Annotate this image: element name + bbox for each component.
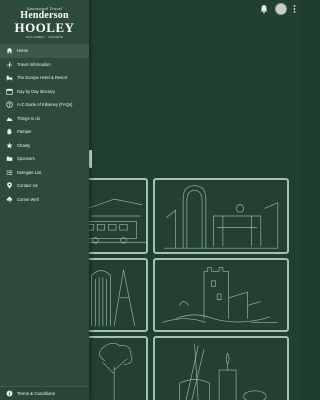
home-icon: [6, 47, 13, 54]
station-illustration: [164, 185, 279, 249]
grid-tile-castle[interactable]: [153, 258, 289, 332]
sidebar-item-hand[interactable]: Pamper: [0, 125, 89, 139]
list-icon: [6, 170, 13, 175]
more-vertical-icon[interactable]: [293, 4, 296, 14]
candle-illustration: [179, 343, 267, 400]
brand-name-line2: HOOLEY: [14, 19, 75, 35]
grid-tile-gate[interactable]: [84, 258, 148, 332]
hand-icon: [7, 128, 13, 135]
brand-logo[interactable]: Sponsored Travel Henderson HOOLEY KILLAR…: [0, 0, 89, 42]
sidebar-item-plane[interactable]: Travel Information: [0, 58, 89, 72]
sidebar-item-location-pin[interactable]: Contact Us: [0, 179, 89, 193]
sidebar-item-mountain[interactable]: Things to do: [0, 112, 89, 126]
tree-illustration: [99, 342, 133, 400]
mountain-icon: [6, 116, 13, 121]
notification-bell-icon[interactable]: [259, 4, 269, 14]
sidebar-item-label: Charity: [17, 142, 31, 148]
sidebar-item-list[interactable]: Delegate List: [0, 166, 89, 180]
gate-illustration: [91, 269, 136, 327]
sidebar-item-label: Travel Information: [17, 61, 51, 67]
location-pin-icon: [7, 182, 12, 189]
train-illustration: [86, 198, 146, 244]
scroll-indicator[interactable]: [89, 150, 92, 168]
sidebar-item-label: Delegate List: [17, 169, 42, 175]
grid-tile-station[interactable]: [153, 178, 289, 254]
question-icon: [6, 101, 13, 108]
navigation-drawer: Sponsored Travel Henderson HOOLEY KILLAR…: [0, 0, 89, 400]
plane-icon: [6, 61, 13, 68]
drawer-menu: Home Travel Information The Europe Hotel &…: [0, 42, 89, 206]
sidebar-item-calendar[interactable]: Day by Day Itinerary: [0, 85, 89, 99]
folder-icon: [6, 156, 13, 162]
castle-illustration: [162, 267, 278, 323]
info-icon: [6, 390, 13, 397]
sidebar-item-label: Things to do: [17, 115, 41, 121]
calendar-icon: [6, 88, 13, 95]
footer-label: Terms & Conditions: [17, 391, 56, 396]
sidebar-item-home[interactable]: Home: [0, 44, 89, 58]
sidebar-item-question[interactable]: A-Z Guide of Killarney (FAQs): [0, 98, 89, 112]
grid-tile-candle[interactable]: [153, 336, 289, 400]
sidebar-item-label: A-Z Guide of Killarney (FAQs): [17, 102, 73, 108]
sidebar-item-clover[interactable]: Comm Well: [0, 193, 89, 207]
sidebar-item-label: Contact Us: [17, 183, 38, 189]
brand-tagline: KILLARNEY · EUROPE: [25, 34, 64, 39]
sidebar-item-folder[interactable]: Sponsors: [0, 152, 89, 166]
clover-icon: [6, 196, 13, 203]
sidebar-item-label: Home: [17, 48, 29, 54]
sidebar-item-label: The Europe Hotel & Resort: [17, 75, 68, 81]
brand-name-line1: Henderson: [20, 9, 69, 21]
grid-tile-train[interactable]: [84, 178, 148, 254]
sidebar-item-hotel[interactable]: The Europe Hotel & Resort: [0, 71, 89, 85]
sidebar-item-label: Pamper: [17, 129, 32, 135]
hotel-icon: [6, 76, 13, 81]
sidebar-item-label: Day by Day Itinerary: [17, 88, 55, 94]
sidebar-item-label: Sponsors: [17, 156, 35, 162]
star-icon: [6, 142, 13, 149]
grid-tile-tree[interactable]: [84, 336, 148, 400]
terms-and-conditions-link[interactable]: Terms & Conditions: [0, 386, 89, 400]
avatar[interactable]: [275, 3, 287, 15]
sidebar-item-star[interactable]: Charity: [0, 139, 89, 153]
top-bar-actions: [259, 2, 296, 16]
sidebar-item-label: Comm Well: [17, 196, 39, 202]
